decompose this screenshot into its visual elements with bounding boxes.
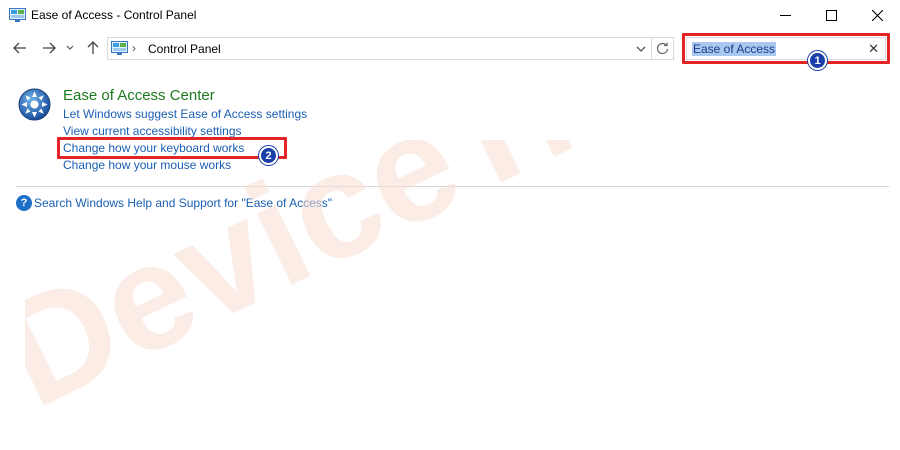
watermark-logo: DeviceTricks [25, 140, 874, 439]
minimize-icon [779, 15, 791, 16]
title-bar: Ease of Access - Control Panel [0, 0, 900, 32]
keyboard-link-highlight-box [57, 137, 287, 159]
help-icon: ? [16, 195, 32, 211]
link-suggest-settings[interactable]: Let Windows suggest Ease of Access setti… [63, 107, 307, 121]
maximize-button[interactable] [808, 0, 854, 31]
control-panel-icon [111, 41, 128, 55]
ease-of-access-icon [18, 88, 51, 121]
ease-of-access-center-link[interactable]: Ease of Access Center [63, 87, 215, 104]
watermark-text: DeviceTricks [25, 140, 874, 439]
address-bar[interactable]: › Control Panel [107, 37, 652, 60]
control-panel-icon [9, 8, 26, 22]
refresh-icon [656, 42, 669, 55]
window-title: Ease of Access - Control Panel [31, 8, 197, 22]
section-divider [16, 186, 889, 187]
step-marker-2: 2 [259, 146, 278, 165]
back-button[interactable] [10, 39, 30, 57]
link-mouse-works[interactable]: Change how your mouse works [63, 158, 231, 172]
breadcrumb-control-panel[interactable]: Control Panel [148, 42, 221, 56]
close-icon [871, 10, 883, 21]
close-button[interactable] [854, 0, 900, 31]
minimize-button[interactable] [762, 0, 808, 31]
up-button[interactable] [83, 39, 103, 57]
arrow-up-icon [87, 41, 99, 54]
recent-locations-button[interactable] [63, 39, 77, 57]
maximize-icon [825, 10, 837, 21]
search-highlight-box [682, 33, 890, 64]
refresh-button[interactable] [652, 37, 674, 60]
forward-button[interactable] [39, 39, 59, 57]
chevron-down-icon [66, 45, 74, 50]
arrow-right-icon [43, 42, 56, 54]
breadcrumb-separator[interactable]: › [132, 41, 136, 55]
arrow-left-icon [13, 42, 26, 54]
link-view-current-settings[interactable]: View current accessibility settings [63, 124, 242, 138]
step-marker-1: 1 [808, 51, 827, 70]
chevron-down-icon[interactable] [635, 43, 647, 55]
search-help-link[interactable]: Search Windows Help and Support for "Eas… [34, 196, 332, 210]
